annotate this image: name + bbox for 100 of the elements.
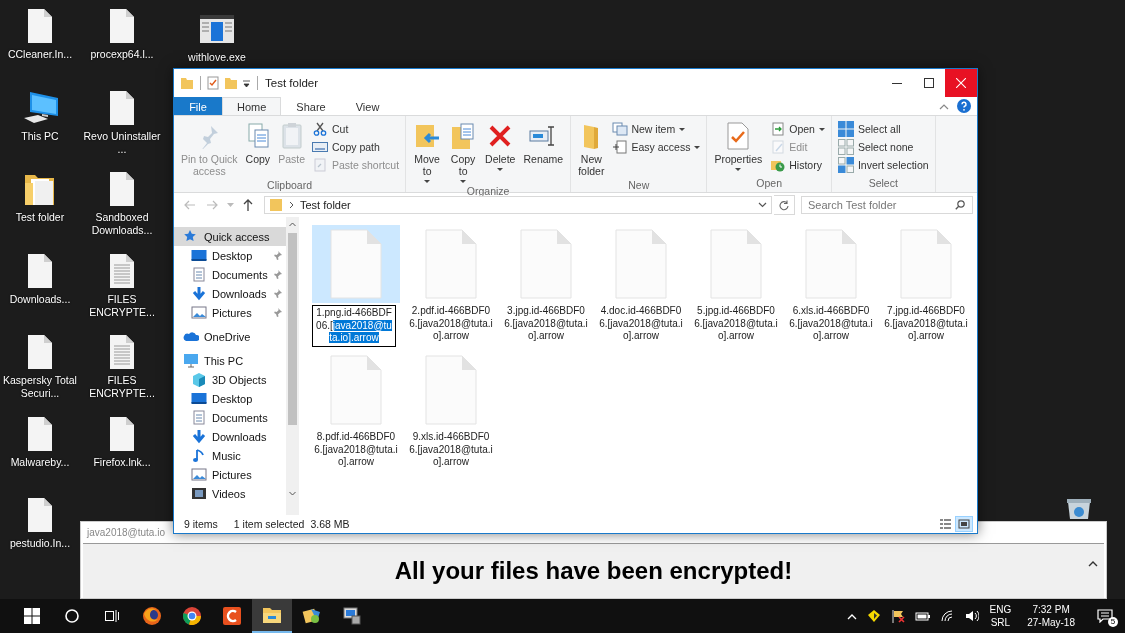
nav-item[interactable]: 3D Objects — [174, 370, 286, 389]
volume-icon[interactable] — [964, 610, 979, 622]
window-title: java2018@tuta.io — [85, 526, 165, 540]
item-count: 9 items — [184, 518, 218, 530]
battery-icon[interactable] — [914, 610, 931, 622]
ribbon-button[interactable]: Copy to — [446, 119, 481, 185]
text-file-icon[interactable] — [108, 333, 136, 371]
file-icon[interactable] — [26, 251, 54, 290]
icon-label[interactable]: Downloads... — [0, 292, 80, 306]
icon-label[interactable]: pestudio.In... — [0, 537, 80, 550]
notifications-button[interactable]: 5 — [1085, 599, 1125, 633]
file-name[interactable]: 9.xls.id-466BDF06.[java2018@tuta.io].arrow — [409, 431, 493, 469]
nav-item[interactable]: Documents — [174, 265, 286, 284]
ribbon-button[interactable]: New item — [609, 121, 703, 137]
ribbon-button[interactable]: Move to — [410, 119, 445, 185]
icon-label[interactable]: FILES ENCRYPTE... — [82, 292, 162, 319]
ribbon-button[interactable]: Properties — [711, 119, 766, 173]
refresh-icon — [779, 199, 789, 211]
shield-icon[interactable] — [866, 609, 881, 623]
file-name[interactable]: 5.jpg.id-466BDF06.[java2018@tuta.io].arrow — [694, 305, 778, 343]
properties-icon[interactable] — [206, 76, 220, 90]
file-name[interactable]: 7.jpg.id-466BDF06.[java2018@tuta.io].arrow — [884, 305, 968, 343]
ribbon-button[interactable]: Open — [767, 121, 827, 137]
file-menu-button[interactable]: File — [174, 97, 222, 115]
collapse-ribbon-icon[interactable] — [939, 102, 949, 110]
recycle-bin-icon[interactable] — [1064, 496, 1094, 519]
scrollbar[interactable] — [286, 217, 299, 515]
nav-item[interactable]: Downloads — [174, 284, 286, 303]
ribbon-button[interactable]: Rename — [520, 119, 567, 167]
file-icon[interactable] — [26, 414, 54, 453]
file-icon[interactable] — [108, 414, 136, 453]
file-icon[interactable] — [108, 88, 136, 127]
file-name[interactable]: 2.pdf.id-466BDF06.[java2018@tuta.io].arrow — [409, 305, 493, 343]
nav-item[interactable]: Pictures — [174, 465, 286, 484]
ribbon-button[interactable]: Cut — [310, 121, 402, 137]
clock[interactable]: 7:32 PM 27-May-18 — [1027, 603, 1075, 629]
taskbar-button[interactable] — [252, 599, 292, 633]
close-button[interactable] — [945, 69, 977, 97]
ribbon-button[interactable]: Select all — [835, 121, 931, 137]
ribbon-tab[interactable]: Share — [281, 97, 341, 115]
refresh-button[interactable] — [774, 195, 795, 215]
file-icon[interactable] — [26, 7, 54, 45]
ribbon-button[interactable]: Delete — [482, 119, 519, 173]
file-name[interactable]: 6.xls.id-466BDF06.[java2018@tuta.io].arrow — [789, 305, 873, 343]
icon-label[interactable]: Sandboxed Downloads... — [82, 211, 162, 237]
icon-label[interactable]: FILES ENCRYPTE... — [82, 374, 162, 400]
folder-icon — [262, 605, 282, 625]
nav-item[interactable]: This PC — [174, 351, 286, 370]
icon-label[interactable]: Malwareby... — [0, 455, 80, 469]
icon-label[interactable]: This PC — [0, 129, 80, 143]
ribbon-button[interactable]: Easy access — [609, 139, 703, 155]
address-bar[interactable]: Test folder — [264, 196, 772, 214]
language-indicator[interactable]: ENG SRL — [989, 603, 1012, 629]
ribbon-button[interactable]: History — [767, 157, 827, 173]
icon-label[interactable]: Firefox.lnk... — [82, 455, 162, 469]
chevron-up-icon[interactable] — [846, 612, 857, 620]
flag-icon[interactable] — [890, 609, 905, 623]
nav-item[interactable]: Desktop — [174, 246, 286, 265]
nav-item[interactable]: Documents — [174, 408, 286, 427]
ribbon-button[interactable]: Copy path — [310, 139, 402, 155]
pictures-icon — [190, 467, 208, 482]
file-icon[interactable] — [108, 170, 136, 208]
desktop-icon — [190, 391, 208, 406]
caret-icon — [460, 180, 467, 183]
search-icon[interactable] — [955, 200, 965, 210]
file-icon[interactable] — [26, 333, 54, 371]
file-name[interactable]: 8.pdf.id-466BDF06.[java2018@tuta.io].arrow — [314, 431, 398, 469]
nav-item[interactable]: Downloads — [174, 427, 286, 446]
file-name[interactable]: 4.doc.id-466BDF06.[java2018@tuta.io].arrow — [599, 305, 683, 343]
ribbon-button[interactable]: New folder — [575, 119, 608, 179]
text-file-icon[interactable] — [108, 251, 136, 290]
ribbon-button[interactable]: Select none — [835, 139, 931, 155]
file-name[interactable]: 3.jpg.id-466BDF06.[java2018@tuta.io].arrow — [504, 305, 588, 343]
caret-icon — [497, 168, 504, 171]
large-icons-view-button[interactable] — [955, 516, 973, 532]
icon-label[interactable]: Revo Uninstaller ... — [82, 129, 162, 156]
caret-icon[interactable] — [242, 78, 251, 88]
program-icon — [302, 606, 322, 626]
help-icon[interactable] — [957, 99, 971, 113]
nav-item[interactable]: Desktop — [174, 389, 286, 408]
icon-label[interactable]: Test folder — [0, 211, 80, 224]
icon-label[interactable]: CCleaner.In... — [0, 48, 80, 61]
nav-item[interactable]: Quick access — [174, 227, 286, 246]
file-icon[interactable] — [108, 7, 136, 45]
nav-item[interactable]: OneDrive — [174, 327, 286, 346]
icon-label[interactable]: Kaspersky Total Securi... — [0, 374, 80, 400]
nav-item[interactable]: Pictures — [174, 303, 286, 322]
wifi-icon[interactable] — [940, 610, 955, 622]
open-icon — [769, 122, 787, 136]
ribbon-tab[interactable]: View — [340, 97, 395, 115]
nav-item[interactable]: Videos — [174, 484, 286, 503]
icon-label[interactable]: withlove.exe — [177, 51, 257, 64]
icon-label[interactable]: procexp64.l... — [82, 48, 162, 61]
ribbon-tab[interactable]: Home — [222, 97, 282, 115]
nav-item[interactable]: Music — [174, 446, 286, 465]
search-field[interactable]: Search Test folder — [801, 196, 973, 214]
file-icon[interactable] — [26, 496, 54, 534]
ribbon-button[interactable]: Copy — [242, 119, 274, 167]
scroll-up-icon[interactable] — [1088, 560, 1098, 567]
ribbon-button[interactable]: Invert selection — [835, 157, 931, 173]
